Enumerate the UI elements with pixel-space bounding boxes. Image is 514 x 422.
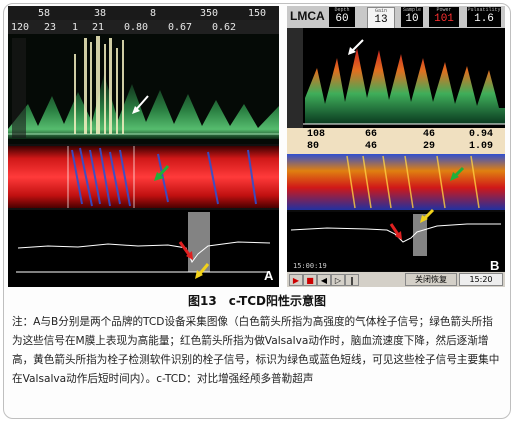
stat-value: 80: [307, 141, 320, 152]
pulsatility-value: 1.6: [474, 13, 494, 25]
panel-a-value: 0.80: [124, 21, 149, 33]
panel-a-value: 1: [72, 21, 79, 33]
play-icon: ▶: [292, 275, 300, 285]
stats-table: 108 66 46 0.94 80 46 29 1.09: [287, 128, 505, 154]
forward-button[interactable]: ▷: [331, 274, 345, 286]
toolbar-time: 15:20: [459, 273, 503, 286]
panel-a-value: 21: [92, 21, 105, 33]
panel-a-value: 0.67: [168, 21, 193, 33]
trend-display: [8, 210, 279, 287]
panel-a-header-row1: 58 38 8 350 150: [8, 6, 279, 20]
panel-b: LMCA Depth 60 Gain 13 Sample 10 Power 10…: [287, 6, 505, 287]
panel-b-spectrum: [287, 28, 505, 128]
panel-a-value: 0.62: [212, 21, 237, 33]
stat-value: 66: [365, 129, 378, 140]
rewind-icon: ◀: [320, 275, 328, 285]
sample-value: 10: [405, 13, 419, 25]
stat-value: 108: [307, 129, 326, 140]
depth-value: 60: [335, 13, 349, 25]
play-button[interactable]: ▶: [289, 274, 303, 286]
valsalva-window: [188, 212, 210, 272]
stat-value: 46: [365, 141, 378, 152]
stat-value: 46: [423, 129, 436, 140]
stat-value: 29: [423, 141, 436, 152]
panel-a-value: 350: [200, 7, 219, 19]
panel-a-value: 38: [94, 7, 107, 19]
panel-a-value: 58: [38, 7, 51, 19]
figure-note: 注：A与B分别是两个品牌的TCD设备采集图像（白色箭头所指为高强度的气体栓子信号…: [12, 316, 500, 385]
panel-a-header-row2: 120 23 1 21 0.80 0.67 0.62: [8, 20, 279, 34]
forward-icon: ▷: [334, 275, 342, 285]
power-value: 101: [434, 13, 454, 25]
close-restore-button[interactable]: 关闭恢复: [405, 273, 457, 286]
panel-a-value: 23: [44, 21, 57, 33]
panel-a-value: 150: [248, 7, 267, 19]
panel-b-lower-display: [287, 154, 505, 271]
stop-button[interactable]: ■: [303, 274, 317, 286]
panel-b-bottom-toolbar: ▶ ■ ◀ ▷ ‖ 关闭恢复 15:20: [287, 272, 505, 287]
m-mode-display: [8, 146, 279, 208]
device-logo: LMCA: [290, 9, 325, 23]
pause-button[interactable]: ‖: [345, 274, 359, 286]
panel-b-toolbar: LMCA Depth 60 Gain 13 Sample 10 Power 10…: [287, 6, 505, 29]
panel-a-value: 8: [150, 7, 157, 19]
panel-a-letter: A: [264, 268, 274, 283]
stop-icon: ■: [306, 275, 314, 285]
gain-value: 13: [374, 14, 388, 26]
panel-a-display: [8, 34, 279, 287]
stat-value: 1.09: [469, 141, 494, 152]
panel-b-timestamp: 15:00:19: [293, 262, 327, 270]
panel-a: 58 38 8 350 150 120 23 1 21 0.80 0.67 0.…: [8, 6, 279, 287]
rewind-button[interactable]: ◀: [317, 274, 331, 286]
panel-a-value: 120: [11, 21, 30, 33]
stat-value: 0.94: [469, 129, 494, 140]
figure-title: 图13 c-TCD阳性示意图: [188, 294, 326, 308]
panel-b-letter: B: [490, 258, 500, 273]
pause-icon: ‖: [350, 275, 354, 285]
